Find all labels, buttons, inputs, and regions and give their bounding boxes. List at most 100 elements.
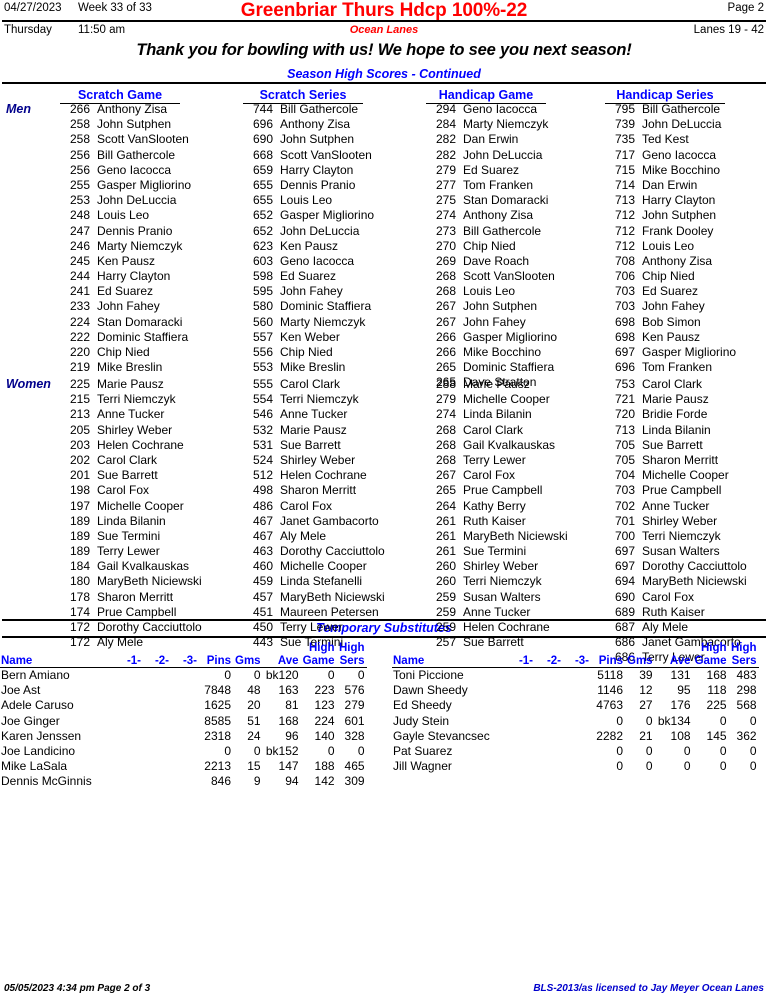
average: 176 <box>655 698 693 713</box>
score-value: 268 <box>435 284 456 299</box>
score-entry: 532 Marie Pausz <box>245 423 385 438</box>
bowler-name: Terry Lewer <box>97 544 160 559</box>
score-entry: 268 Louis Leo <box>428 284 557 299</box>
score-entry: 555 Carol Clark <box>245 377 385 392</box>
score-entry: 284 Marty Niemczyk <box>428 117 557 132</box>
score-value: 703 <box>614 483 635 498</box>
score-entry: 720 Bridie Forde <box>607 407 747 422</box>
score-entry: 259 Helen Cochrane <box>428 620 568 635</box>
score-entry: 268 Gail Kvalkauskas <box>428 438 568 453</box>
column-header: Name <box>0 642 115 668</box>
bowler-name: Gail Kvalkauskas <box>97 559 190 574</box>
substitute-name: Judy Stein <box>393 713 450 728</box>
score-entry: 690 John Sutphen <box>245 132 374 147</box>
score-entry: 189 Linda Bilanin <box>62 514 202 529</box>
high-game: 0 <box>719 759 727 774</box>
score-entry: 753 Carol Clark <box>607 377 747 392</box>
header-top-row: 04/27/2023 Week 33 of 33 Greenbriar Thur… <box>0 0 768 21</box>
bowler-name: Shirley Weber <box>642 513 718 528</box>
games-bowled: 20 <box>247 698 261 713</box>
bowler-name: John Sutphen <box>280 132 355 147</box>
score-entry: 696 Anthony Zisa <box>245 117 374 132</box>
score-entry: 282 John DeLuccia <box>428 148 557 163</box>
score-value: 467 <box>252 528 273 543</box>
score-entry: 668 Scott VanSlooten <box>245 148 374 163</box>
table-row: Jill Wagner 0 0 0 0 0 <box>392 759 759 774</box>
score-value: 220 <box>69 345 90 359</box>
high-game: 0 <box>719 713 727 728</box>
bowler-name: Chip Nied <box>97 345 150 359</box>
bowler-name: Dominic Staffiera <box>97 329 189 344</box>
score-value: 255 <box>69 177 90 192</box>
score-entry: 203 Helen Cochrane <box>62 438 202 453</box>
score-entry: 198 Carol Fox <box>62 483 202 498</box>
score-value: 259 <box>435 620 456 634</box>
high-series: 309 <box>344 774 365 789</box>
score-value: 267 <box>435 299 456 314</box>
average: 94 <box>263 774 301 789</box>
score-entry: 268 Scott VanSlooten <box>428 269 557 284</box>
score-value: 189 <box>69 513 90 528</box>
bowler-name: Michelle Cooper <box>280 559 367 574</box>
bowler-name: Aly Mele <box>280 528 327 543</box>
game-3-score <box>171 759 199 774</box>
high-series: 0 <box>357 744 365 759</box>
bowler-name: Sharon Merritt <box>642 452 719 467</box>
score-entry: 703 Ed Suarez <box>607 284 736 299</box>
score-entry: 556 Chip Nied <box>245 345 374 360</box>
average: 81 <box>263 698 301 713</box>
substitute-name: Dawn Sheedy <box>393 683 468 698</box>
score-value: 261 <box>435 528 456 543</box>
bowler-name: Sharon Merritt <box>97 589 174 604</box>
bowler-name: Gail Kvalkauskas <box>463 437 556 452</box>
average-value: 134 <box>670 713 691 728</box>
score-entry: 450 Terry Lewer <box>245 620 385 635</box>
score-value: 735 <box>614 132 635 147</box>
score-value: 690 <box>252 132 273 147</box>
score-value: 463 <box>252 544 273 559</box>
score-value: 698 <box>614 329 635 344</box>
bowler-name: Geno Iacocca <box>642 147 717 162</box>
score-entry: 258 John Sutphen <box>62 117 191 132</box>
score-entry: 713 Harry Clayton <box>607 193 736 208</box>
substitute-name: Joe Ast <box>1 683 41 698</box>
average: bk120 <box>263 668 301 684</box>
game-3-score <box>171 668 199 684</box>
bowler-name: Tom Franken <box>642 360 713 375</box>
score-value: 178 <box>69 589 90 604</box>
bowler-name: Ted Kest <box>642 132 689 147</box>
report-page: 04/27/2023 Week 33 of 33 Greenbriar Thur… <box>0 0 768 994</box>
bowler-name: Louis Leo <box>280 193 333 208</box>
bowler-name: Marie Pausz <box>642 392 709 407</box>
score-entry: 739 John DeLuccia <box>607 117 736 132</box>
game-1-score <box>507 683 535 698</box>
games-bowled: 12 <box>639 683 653 698</box>
score-entry: 714 Dan Erwin <box>607 178 736 193</box>
bowler-name: Dave Roach <box>463 253 530 268</box>
substitute-name: Gayle Stevancsec <box>393 728 490 743</box>
total-pins: 0 <box>616 759 623 774</box>
game-2-score <box>143 774 171 789</box>
bowler-name: MaryBeth Niciewski <box>463 528 568 543</box>
bowler-name: Bridie Forde <box>642 407 708 422</box>
bowler-name: Susan Walters <box>642 544 720 559</box>
score-value: 201 <box>69 468 90 483</box>
high-series: 465 <box>344 759 365 774</box>
game-1-score <box>115 744 143 759</box>
column-header-line1: High <box>700 642 727 654</box>
score-value: 714 <box>614 177 635 192</box>
bowler-name: Carol Fox <box>463 468 516 483</box>
substitute-name: Joe Landicino <box>1 744 76 759</box>
score-value: 265 <box>435 360 456 375</box>
average: 0 <box>655 759 693 774</box>
score-value: 260 <box>435 574 456 589</box>
bowler-name: Dominic Staffiera <box>463 360 555 375</box>
bowler-name: MaryBeth Niciewski <box>642 574 747 589</box>
score-value: 486 <box>252 498 273 513</box>
score-value: 253 <box>69 193 90 208</box>
high-game: 168 <box>706 668 727 682</box>
score-entry: 225 Marie Pausz <box>62 377 202 392</box>
game-1-score <box>115 729 143 744</box>
score-value: 284 <box>435 117 456 132</box>
substitute-name: Dennis McGinnis <box>1 774 92 789</box>
